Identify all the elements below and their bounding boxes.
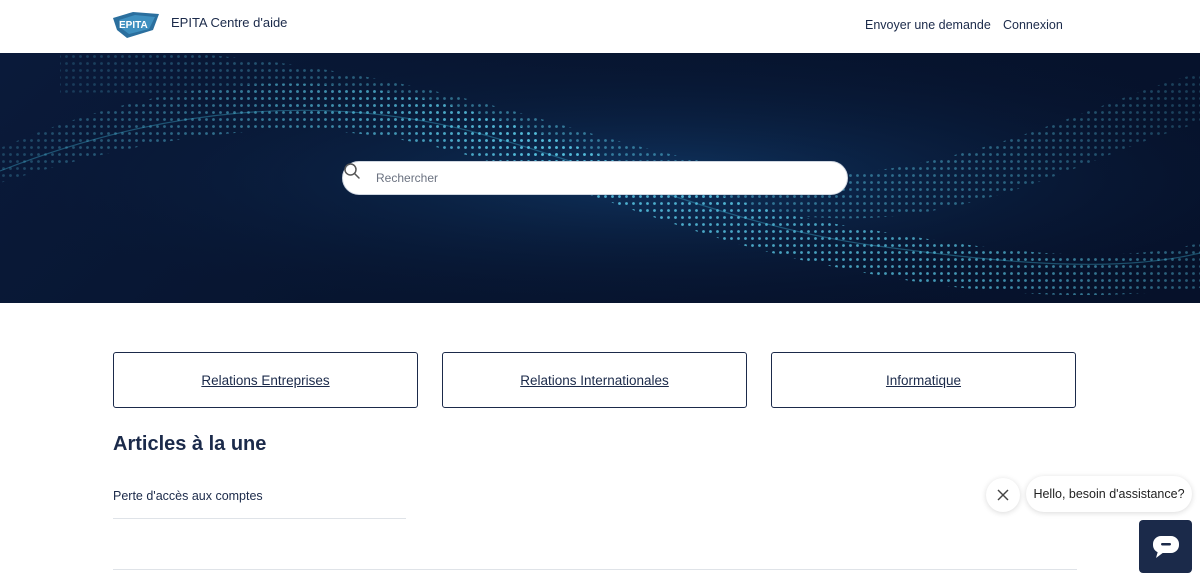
search-input[interactable] xyxy=(376,162,836,194)
category-relations-internationales[interactable]: Relations Internationales xyxy=(442,352,747,408)
site-title[interactable]: EPITA Centre d'aide xyxy=(171,15,287,30)
close-icon xyxy=(997,489,1009,501)
promoted-articles-heading: Articles à la une xyxy=(113,433,267,455)
login-link[interactable]: Connexion xyxy=(1003,18,1063,32)
chat-icon xyxy=(1152,535,1179,558)
epita-logo[interactable]: EPITA xyxy=(113,8,159,40)
logo-icon: EPITA xyxy=(113,12,159,38)
submit-request-link[interactable]: Envoyer une demande xyxy=(865,18,991,32)
logo-text: EPITA xyxy=(119,20,148,31)
section-divider xyxy=(113,569,1077,570)
site-header: EPITA EPITA Centre d'aide Envoyer une de… xyxy=(0,0,1200,53)
chat-launcher-button[interactable] xyxy=(1139,520,1192,573)
hero-banner xyxy=(0,53,1200,303)
article-link[interactable]: Perte d'accès aux comptes xyxy=(113,489,263,503)
category-relations-entreprises[interactable]: Relations Entreprises xyxy=(113,352,418,408)
article-divider xyxy=(113,518,406,519)
chat-greeting-bubble[interactable]: Hello, besoin d'assistance? xyxy=(1026,476,1192,512)
search-icon xyxy=(344,163,360,179)
category-informatique[interactable]: Informatique xyxy=(771,352,1076,408)
category-label: Relations Entreprises xyxy=(201,372,330,388)
category-label: Informatique xyxy=(885,372,962,388)
search-bar[interactable] xyxy=(342,161,848,195)
category-label: Relations Internationales xyxy=(520,372,669,388)
chat-close-button[interactable] xyxy=(986,478,1020,512)
